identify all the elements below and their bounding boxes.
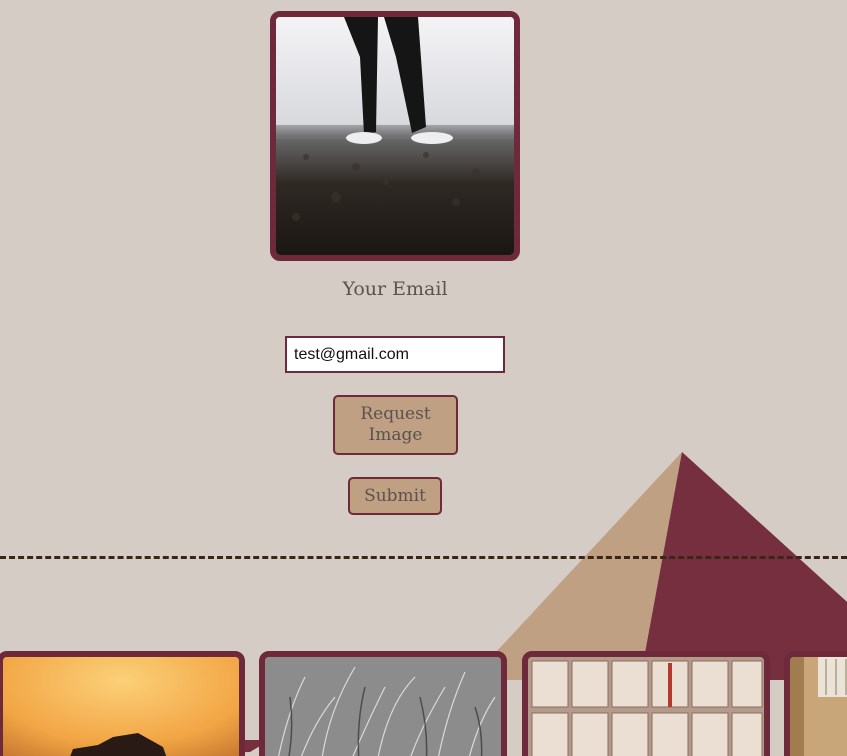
request-image-button[interactable]: Request Image — [333, 395, 458, 455]
gallery-thumbnail[interactable] — [522, 651, 770, 756]
sunset-photo — [3, 657, 239, 756]
submit-button[interactable]: Submit — [348, 477, 442, 515]
gallery-thumbnail[interactable] — [0, 651, 245, 756]
building-photo — [790, 657, 847, 756]
page: Your Email Request Image Submit — [0, 0, 847, 756]
hero-photo — [276, 17, 514, 255]
gallery-thumbnail[interactable] — [784, 651, 847, 756]
grass-photo — [265, 657, 501, 756]
books-photo — [528, 657, 764, 756]
hero-image — [270, 11, 520, 261]
email-label: Your Email — [342, 278, 448, 300]
gallery-thumbnail[interactable] — [259, 651, 507, 756]
dashed-divider — [0, 556, 847, 559]
email-input[interactable] — [285, 336, 505, 373]
